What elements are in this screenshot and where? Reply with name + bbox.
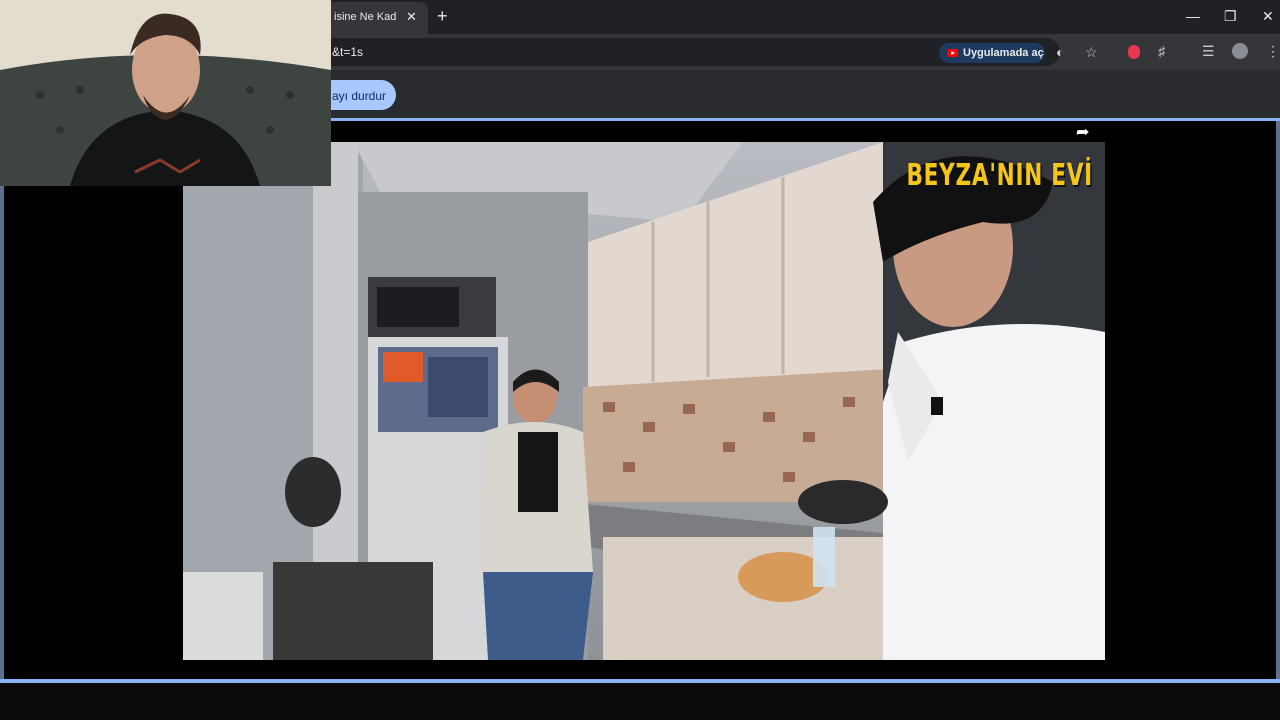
address-bar[interactable]: &t=1s Uygulamada aç ◐ ☆ — [290, 38, 1098, 66]
minimize-icon[interactable]: — — [1186, 6, 1200, 26]
tab-close-icon[interactable]: ✕ — [406, 8, 417, 26]
eye-off-icon[interactable]: ◐ — [1056, 44, 1064, 60]
url-text[interactable]: &t=1s — [332, 45, 363, 59]
media-control-icon[interactable]: ☰ — [1202, 43, 1215, 59]
extensions-icon[interactable]: ♯ — [1158, 43, 1165, 59]
new-tab-button[interactable]: + — [437, 6, 448, 26]
video-frame[interactable]: BEYZA'NIN EVİ — [183, 142, 1105, 660]
open-in-app-button[interactable]: Uygulamada aç — [939, 43, 1045, 63]
divider — [0, 121, 4, 679]
avatar[interactable] — [1232, 43, 1248, 59]
divider — [1276, 121, 1280, 679]
webcam-overlay — [0, 0, 331, 186]
video-caption: BEYZA'NIN EVİ — [906, 158, 1093, 193]
webcam-scene — [0, 0, 331, 186]
youtube-icon — [947, 49, 958, 57]
star-icon[interactable]: ☆ — [1085, 44, 1098, 60]
kebab-menu-icon[interactable]: ⋮ — [1266, 43, 1280, 59]
record-extension-icon[interactable] — [1128, 45, 1140, 59]
restore-icon[interactable]: ❐ — [1224, 6, 1237, 26]
close-icon[interactable]: ✕ — [1262, 6, 1274, 26]
divider — [0, 679, 1280, 683]
open-in-app-label: Uygulamada aç — [963, 47, 1044, 59]
pause-chip-label: ayı durdur — [332, 89, 387, 103]
video-scene — [183, 142, 1105, 660]
share-icon[interactable]: ➦ — [1076, 124, 1089, 142]
tab-title: isine Ne Kadar — [334, 11, 396, 23]
